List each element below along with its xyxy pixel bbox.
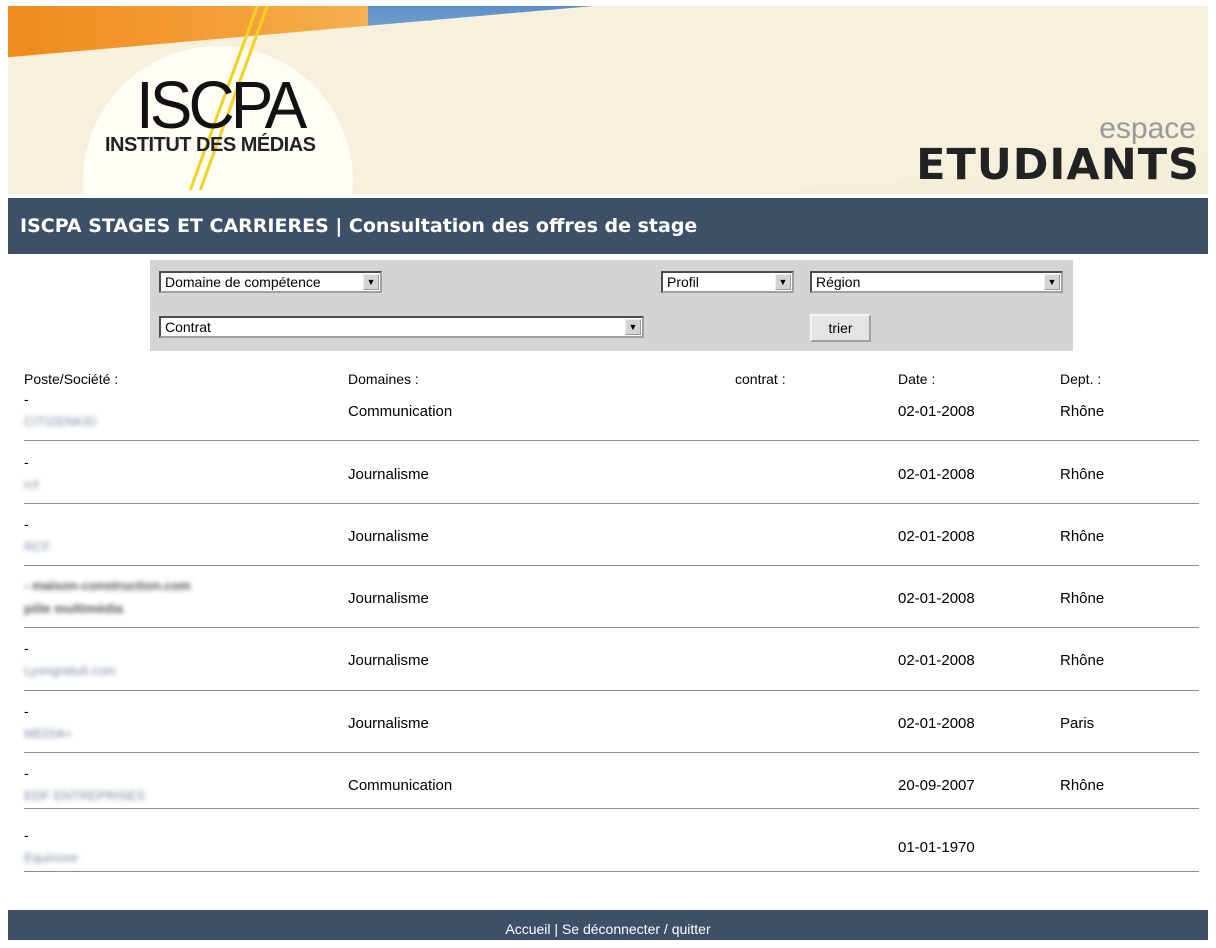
row-date: 02-01-2008 xyxy=(898,466,975,483)
row-dash: - xyxy=(24,703,29,719)
chevron-down-icon[interactable]: ▼ xyxy=(775,274,791,290)
filter-panel: Domaine de compétence ▼ Profil ▼ Région … xyxy=(150,260,1073,351)
company-link[interactable]: RCF xyxy=(24,539,51,554)
row-dept: Rhône xyxy=(1060,466,1105,483)
row-date: 02-01-2008 xyxy=(898,403,975,420)
contrat-select-value: Contrat xyxy=(165,319,211,335)
company-link[interactable]: EDF ENTREPRISES xyxy=(24,788,145,803)
row-dash: - xyxy=(24,765,29,781)
column-header-poste: Poste/Société : xyxy=(24,371,119,387)
column-header-dept: Dept. : xyxy=(1060,371,1102,387)
row-domaine: Journalisme xyxy=(348,466,429,483)
row-dash: - xyxy=(24,391,29,407)
row-dash: - xyxy=(24,827,29,843)
row-divider xyxy=(24,690,1199,691)
row-domaine: Journalisme xyxy=(348,652,429,669)
row-dept: Rhône xyxy=(1060,528,1105,545)
company-link[interactable]: pôle multimédia xyxy=(24,601,123,616)
company-link[interactable]: rcf xyxy=(24,477,38,492)
row-dept: Rhône xyxy=(1060,652,1105,669)
logout-link[interactable]: Se déconnecter / quitter xyxy=(562,921,711,937)
footer-bar: Accueil | Se déconnecter / quitter xyxy=(8,910,1208,940)
row-dash: - maison-construction.com xyxy=(24,578,191,593)
row-dept: Paris xyxy=(1060,715,1095,732)
row-date: 01-01-1970 xyxy=(898,839,975,856)
iscpa-logo: ISCPA xyxy=(136,67,307,143)
etudiants-label: ETUDIANTS xyxy=(916,140,1200,190)
company-link[interactable]: CITIZENKID xyxy=(24,414,96,429)
chevron-down-icon[interactable]: ▼ xyxy=(363,274,379,290)
page-title-bar: ISCPA STAGES ET CARRIERES | Consultation… xyxy=(8,198,1208,254)
row-divider xyxy=(24,627,1199,628)
contrat-select[interactable]: Contrat ▼ xyxy=(159,316,644,338)
trier-button[interactable]: trier xyxy=(810,314,871,342)
row-date: 02-01-2008 xyxy=(898,590,975,607)
row-dept: Rhône xyxy=(1060,590,1105,607)
accueil-link[interactable]: Accueil xyxy=(505,921,550,937)
row-domaine: Journalisme xyxy=(348,590,429,607)
row-date: 02-01-2008 xyxy=(898,652,975,669)
column-header-contrat: contrat : xyxy=(735,371,786,387)
row-domaine: Journalisme xyxy=(348,715,429,732)
column-header-domaines: Domaines : xyxy=(348,371,419,387)
row-dash: - xyxy=(24,454,29,470)
region-select-value: Région xyxy=(816,274,861,290)
row-domaine: Journalisme xyxy=(348,528,429,545)
company-link[interactable]: MEDIA+ xyxy=(24,726,73,741)
row-date: 20-09-2007 xyxy=(898,777,975,794)
company-link[interactable]: Lyongratuit.com xyxy=(24,663,116,678)
profil-select[interactable]: Profil ▼ xyxy=(661,271,794,293)
row-divider xyxy=(24,808,1199,809)
profil-select-value: Profil xyxy=(667,274,699,290)
row-dash: - xyxy=(24,640,29,656)
row-dept: Rhône xyxy=(1060,403,1105,420)
company-link[interactable]: Equinoxe xyxy=(24,850,78,865)
row-date: 02-01-2008 xyxy=(898,715,975,732)
row-divider xyxy=(24,565,1199,566)
row-divider xyxy=(24,503,1199,504)
row-divider xyxy=(24,440,1199,441)
chevron-down-icon[interactable]: ▼ xyxy=(625,319,641,335)
column-header-date: Date : xyxy=(898,371,936,387)
row-domaine: Communication xyxy=(348,403,453,420)
row-divider xyxy=(24,752,1199,753)
row-dept: Rhône xyxy=(1060,777,1105,794)
page-title: ISCPA STAGES ET CARRIERES | Consultation… xyxy=(20,215,698,237)
chevron-down-icon[interactable]: ▼ xyxy=(1044,274,1060,290)
domaine-select-value: Domaine de compétence xyxy=(165,274,321,290)
row-domaine: Communication xyxy=(348,777,453,794)
footer-separator: | xyxy=(550,921,562,937)
row-dash: - xyxy=(24,516,29,532)
row-date: 02-01-2008 xyxy=(898,528,975,545)
row-divider xyxy=(24,871,1199,872)
region-select[interactable]: Région ▼ xyxy=(810,271,1063,293)
site-banner: ISCPA INSTITUT DES MÉDIAS espace ETUDIAN… xyxy=(8,6,1208,194)
domaine-select[interactable]: Domaine de compétence ▼ xyxy=(159,271,382,293)
logo-subtitle: INSTITUT DES MÉDIAS xyxy=(105,134,316,156)
